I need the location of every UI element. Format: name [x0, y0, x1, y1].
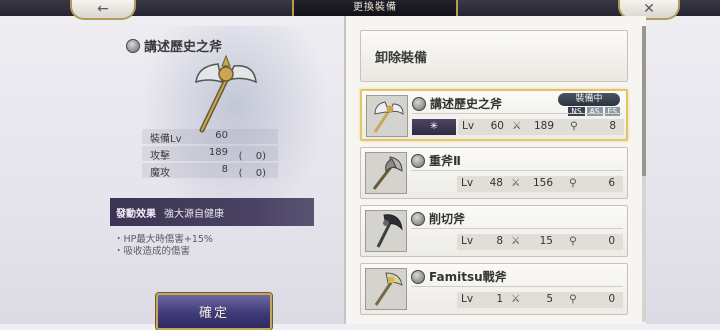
item-name-row: 講述歷史之斧: [412, 95, 502, 112]
item-name-row: Famitsu戰斧: [411, 268, 507, 285]
effect-name: 強大源自健康: [164, 208, 224, 220]
item-name: Famitsu戰斧: [429, 270, 507, 284]
item-thumbnail: [366, 95, 408, 137]
stat-bonus: ( 0): [238, 151, 266, 162]
level-label: Lv: [461, 293, 474, 305]
item-thumbnail: [365, 210, 407, 252]
item-name: 重斧Ⅱ: [429, 154, 461, 168]
axe-icon: [373, 101, 404, 133]
weapon-type-icon: [126, 38, 140, 53]
item-name-row: 重斧Ⅱ: [411, 152, 461, 169]
weapon-type-icon: [411, 153, 425, 168]
confirm-button[interactable]: 確定: [156, 293, 272, 330]
attack-icon: ⚔: [511, 235, 521, 247]
item-name: 削切斧: [429, 212, 466, 226]
stat-label: 攻擊: [150, 151, 170, 162]
stat-value: 8: [221, 164, 228, 175]
divider: [412, 113, 622, 114]
weapon-type-icon: [412, 96, 426, 111]
attack-value: 15: [539, 235, 553, 247]
stat-row-magic-attack: 魔攻 8 ( 0): [142, 163, 278, 179]
list-scrollbar[interactable]: [642, 26, 646, 322]
screen-title: 更換裝備: [292, 0, 458, 16]
arrow-left-icon: ←: [97, 1, 109, 17]
stat-bonus: ( 0): [238, 168, 266, 179]
divider: [411, 286, 623, 287]
attack-icon: ⚔: [511, 177, 521, 189]
item-stats: Lv 8 ⚔ 15 ⚲ 0: [457, 234, 623, 250]
equipment-card[interactable]: 削切斧 Lv 8 ⚔ 15 ⚲ 0: [360, 205, 628, 257]
effect-description-line: ・吸收造成的傷害: [114, 246, 191, 257]
stat-label: 裝備Lv: [150, 134, 182, 145]
weapon-type-icon: [411, 269, 425, 284]
tag-ns: NS: [568, 107, 585, 116]
divider: [411, 228, 623, 229]
level-value: 48: [489, 177, 503, 189]
attack-icon: ⚔: [511, 293, 521, 305]
attack-value: 189: [533, 120, 554, 132]
magic-attack-value: 0: [608, 235, 615, 247]
magic-attack-icon: ⚲: [570, 120, 578, 132]
attack-icon: ⚔: [512, 120, 522, 132]
item-thumbnail: [365, 268, 407, 310]
item-name: 講述歷史之斧: [430, 97, 503, 111]
level-label: Lv: [461, 235, 474, 247]
weapon-type-icon: [411, 211, 425, 226]
axe-icon: [195, 54, 257, 133]
stat-row-level: 裝備Lv 60: [142, 129, 278, 145]
magic-attack-icon: ⚲: [569, 235, 577, 247]
magic-attack-value: 6: [608, 177, 615, 189]
effect-label: 發動效果: [116, 208, 156, 220]
skill-tags: NS AS ES: [568, 107, 620, 116]
level-label: Lv: [461, 177, 474, 189]
stat-value: 60: [215, 130, 228, 141]
level-label: Lv: [462, 120, 475, 132]
tag-as: AS: [586, 107, 603, 116]
magic-attack-icon: ⚲: [569, 293, 577, 305]
unequip-button[interactable]: 卸除裝備: [360, 30, 628, 82]
skill-effect-bar: 發動效果 強大源自健康: [110, 198, 314, 226]
item-thumbnail: [365, 152, 407, 194]
tag-es: ES: [604, 107, 620, 116]
close-icon: ✕: [643, 1, 655, 17]
level-value: 1: [496, 293, 503, 305]
equipped-marker-icon: ✳: [412, 119, 456, 135]
attack-value: 5: [546, 293, 553, 305]
equipment-card[interactable]: 重斧Ⅱ Lv 48 ⚔ 156 ⚲ 6: [360, 147, 628, 199]
item-stats: Lv 48 ⚔ 156 ⚲ 6: [457, 176, 623, 192]
axe-icon: [376, 214, 403, 248]
magic-attack-value: 0: [608, 293, 615, 305]
magic-attack-value: 8: [609, 120, 616, 132]
divider: [411, 170, 623, 171]
equipped-badge: 裝備中: [558, 93, 620, 106]
stat-label: 魔攻: [150, 168, 170, 179]
item-stats: Lv 60 ⚔ 189 ⚲ 8: [458, 119, 624, 135]
equipment-card[interactable]: Famitsu戰斧 Lv 1 ⚔ 5 ⚲ 0: [360, 263, 628, 315]
axe-icon: [372, 156, 403, 190]
level-value: 8: [496, 235, 503, 247]
stat-value: 189: [208, 147, 228, 158]
attack-value: 156: [532, 177, 553, 189]
item-name-row: 削切斧: [411, 210, 465, 227]
item-detail-panel: 講述歷史之斧 裝備Lv 60 攻擊 189 ( 0) 魔攻 8 ( 0) 發動效…: [0, 16, 335, 330]
equipment-list-panel: 卸除裝備 講述歷史之斧 裝備中 NS AS ES ✳ Lv 60 ⚔ 189 ⚲…: [344, 16, 646, 324]
scrollbar-thumb[interactable]: [642, 26, 646, 176]
level-value: 60: [490, 120, 504, 132]
stat-row-attack: 攻擊 189 ( 0): [142, 146, 278, 162]
axe-icon: [374, 272, 403, 306]
magic-attack-icon: ⚲: [569, 177, 577, 189]
item-stats: Lv 1 ⚔ 5 ⚲ 0: [457, 292, 623, 308]
equipment-card-selected[interactable]: 講述歷史之斧 裝備中 NS AS ES ✳ Lv 60 ⚔ 189 ⚲ 8: [360, 89, 628, 141]
